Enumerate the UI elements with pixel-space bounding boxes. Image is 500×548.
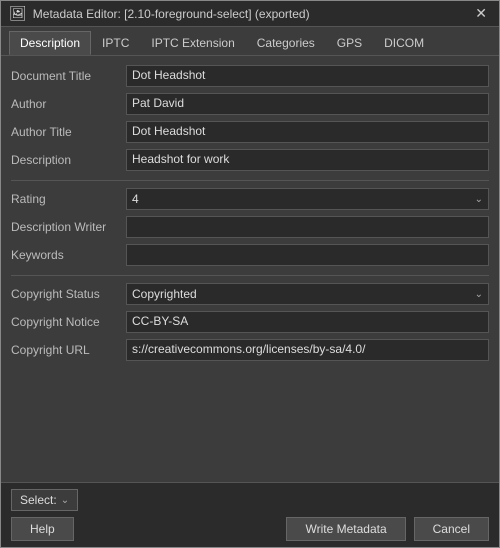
rating-label: Rating (11, 192, 126, 206)
copyright-notice-label: Copyright Notice (11, 315, 126, 329)
metadata-editor-window: 🖼 Metadata Editor: [2.10-foreground-sele… (0, 0, 500, 548)
rating-section: Rating 4 ⌄ Description Writer Keywords (11, 187, 489, 267)
copyright-url-input[interactable] (132, 342, 483, 356)
button-row: Help Write Metadata Cancel (11, 517, 489, 541)
tab-description[interactable]: Description (9, 31, 91, 55)
help-button[interactable]: Help (11, 517, 74, 541)
tab-gps[interactable]: GPS (326, 31, 373, 55)
document-title-input[interactable] (132, 68, 483, 82)
description-input[interactable] (132, 152, 483, 166)
copyright-section: Copyright Status Copyrighted ⌄ Copyright… (11, 282, 489, 362)
divider-1 (11, 180, 489, 181)
description-writer-input[interactable] (132, 219, 483, 233)
cancel-button[interactable]: Cancel (414, 517, 489, 541)
select-label: Select: (20, 493, 57, 507)
description-writer-label: Description Writer (11, 220, 126, 234)
copyright-notice-input[interactable] (132, 314, 483, 328)
description-field[interactable] (126, 149, 489, 171)
copyright-url-label: Copyright URL (11, 343, 126, 357)
tab-dicom[interactable]: DICOM (373, 31, 435, 55)
copyright-status-label: Copyright Status (11, 287, 126, 301)
document-title-label: Document Title (11, 69, 126, 83)
copyright-status-row: Copyright Status Copyrighted ⌄ (11, 282, 489, 306)
author-title-input[interactable] (132, 124, 483, 138)
document-title-row: Document Title (11, 64, 489, 88)
close-button[interactable]: ✕ (471, 5, 491, 22)
copyright-url-field[interactable] (126, 339, 489, 361)
copyright-notice-row: Copyright Notice (11, 310, 489, 334)
author-input[interactable] (132, 96, 483, 110)
keywords-row: Keywords (11, 243, 489, 267)
form-content: Document Title Author Author Title (1, 56, 499, 482)
action-buttons: Write Metadata Cancel (286, 517, 489, 541)
author-row: Author (11, 92, 489, 116)
copyright-notice-field[interactable] (126, 311, 489, 333)
document-title-field[interactable] (126, 65, 489, 87)
divider-2 (11, 275, 489, 276)
tab-categories[interactable]: Categories (246, 31, 326, 55)
tab-iptc[interactable]: IPTC (91, 31, 140, 55)
tab-iptc-extension[interactable]: IPTC Extension (140, 31, 245, 55)
window-icon: 🖼 (9, 5, 27, 22)
select-row: Select: ⌄ (11, 489, 489, 511)
keywords-input[interactable] (132, 247, 483, 261)
tab-bar: Description IPTC IPTC Extension Categori… (1, 27, 499, 56)
rating-chevron-icon: ⌄ (475, 194, 483, 205)
description-label: Description (11, 153, 126, 167)
window-title: Metadata Editor: [2.10-foreground-select… (33, 7, 310, 21)
titlebar-left: 🖼 Metadata Editor: [2.10-foreground-sele… (9, 5, 310, 22)
copyright-url-row: Copyright URL (11, 338, 489, 362)
author-title-label: Author Title (11, 125, 126, 139)
basic-fields-section: Document Title Author Author Title (11, 64, 489, 172)
select-dropdown[interactable]: Select: ⌄ (11, 489, 78, 511)
rating-row: Rating 4 ⌄ (11, 187, 489, 211)
description-row: Description (11, 148, 489, 172)
titlebar: 🖼 Metadata Editor: [2.10-foreground-sele… (1, 1, 499, 27)
write-metadata-button[interactable]: Write Metadata (286, 517, 405, 541)
author-title-row: Author Title (11, 120, 489, 144)
author-label: Author (11, 97, 126, 111)
keywords-label: Keywords (11, 248, 126, 262)
copyright-status-chevron-icon: ⌄ (475, 289, 483, 300)
copyright-status-dropdown[interactable]: Copyrighted ⌄ (126, 283, 489, 305)
rating-dropdown[interactable]: 4 ⌄ (126, 188, 489, 210)
author-title-field[interactable] (126, 121, 489, 143)
description-writer-row: Description Writer (11, 215, 489, 239)
select-chevron-icon: ⌄ (61, 495, 69, 506)
bottom-bar: Select: ⌄ Help Write Metadata Cancel (1, 482, 499, 547)
description-writer-field[interactable] (126, 216, 489, 238)
rating-value: 4 (132, 192, 139, 206)
copyright-status-value: Copyrighted (132, 287, 197, 301)
keywords-field[interactable] (126, 244, 489, 266)
author-field[interactable] (126, 93, 489, 115)
